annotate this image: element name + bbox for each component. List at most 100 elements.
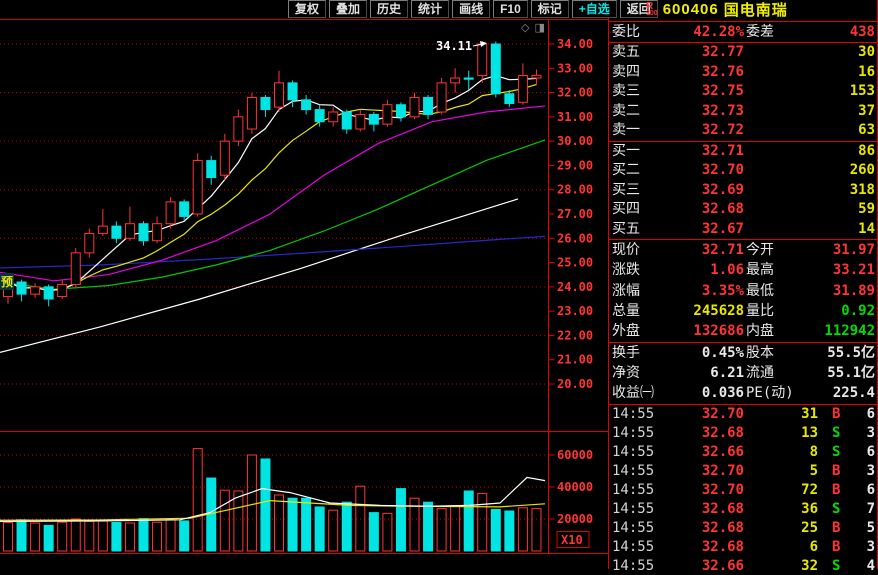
bid-quantity: 260 xyxy=(850,161,875,180)
ask-row[interactable]: 卖一32.7263 xyxy=(609,121,877,141)
volume-bar-up xyxy=(329,510,338,551)
tick-time: 14:55 xyxy=(612,443,654,462)
tick-side: B xyxy=(832,481,840,500)
tick-side: B xyxy=(832,538,840,557)
price-stats-section: 现价32.71今开31.97涨跌1.06最高33.21涨幅3.35%最低31.8… xyxy=(609,239,877,342)
stat-label: 外盘 xyxy=(612,321,640,341)
candle-up xyxy=(98,226,107,233)
price-axis-label: 32.00 xyxy=(557,86,593,100)
price-axis-label: 22.00 xyxy=(557,328,593,342)
tick-time: 14:55 xyxy=(612,424,654,443)
price-axis-label: 28.00 xyxy=(557,183,593,197)
f10-button[interactable]: F10 xyxy=(493,0,528,18)
ask-level-label: 卖二 xyxy=(612,102,640,122)
price-axis-label: 21.00 xyxy=(557,353,593,367)
tick-quantity: 36 xyxy=(801,500,818,519)
candle-down xyxy=(424,97,433,114)
volume-unit-label: X10 xyxy=(561,533,583,547)
tick-quantity: 25 xyxy=(801,519,818,538)
stat-value: 0.92 xyxy=(841,301,875,321)
stat-value: 3.35% xyxy=(702,281,744,301)
adjust-price-button[interactable]: 复权 xyxy=(288,0,326,18)
ask-levels-section: 卖五32.7730卖四32.7616卖三32.75153卖二32.7337卖一3… xyxy=(609,42,877,141)
ask-row[interactable]: 卖四32.7616 xyxy=(609,63,877,83)
kline-chart-svg[interactable]: 34.0033.0032.0031.0030.0029.0028.0027.00… xyxy=(0,0,608,569)
candle-up xyxy=(478,44,487,76)
candle-down xyxy=(464,78,473,79)
volume-bar-down xyxy=(17,520,26,551)
volume-bar-up xyxy=(532,509,541,551)
stock-header: R 300 600406 国电南瑞 xyxy=(646,0,788,19)
stat-value: 55.1亿 xyxy=(827,363,875,383)
tick-quantity: 6 xyxy=(810,538,818,557)
weicha-value: 438 xyxy=(850,22,875,42)
candle-up xyxy=(193,161,202,214)
ask-price: 32.77 xyxy=(702,43,744,63)
stat-value: 132686 xyxy=(693,321,744,341)
chart-corner-icons: ◇◨ xyxy=(521,21,550,34)
volume-bar-up xyxy=(4,523,13,551)
stat-value: 0.45% xyxy=(702,343,744,363)
ma-line-yellow xyxy=(8,84,536,290)
panel-toggle-icon[interactable]: ◨ xyxy=(534,22,544,34)
bid-row[interactable]: 买五32.6714 xyxy=(609,220,877,239)
chart-area[interactable]: 34.0033.0032.0031.0030.0029.0028.0027.00… xyxy=(0,0,608,569)
stat-value: 112942 xyxy=(824,321,875,341)
ask-price: 32.72 xyxy=(702,121,744,141)
candle-up xyxy=(220,141,229,175)
tick-side: S xyxy=(832,557,840,575)
candle-up xyxy=(275,83,284,107)
stat-value: 225.4 xyxy=(833,383,875,403)
add-watchlist-button[interactable]: +自选 xyxy=(572,0,617,18)
diamond-icon[interactable]: ◇ xyxy=(521,22,529,34)
volume-bar-down xyxy=(139,519,148,551)
ask-quantity: 63 xyxy=(858,121,875,141)
tick-quantity: 31 xyxy=(801,405,818,424)
bid-row[interactable]: 买四32.6859 xyxy=(609,200,877,219)
tick-price: 32.68 xyxy=(702,424,744,443)
fundamental-stats-section: 换手0.45%股本55.5亿净资6.21流通55.1亿收益㈠0.036PE(动)… xyxy=(609,342,877,404)
draw-line-button[interactable]: 画线 xyxy=(452,0,490,18)
tick-row[interactable]: 14:5532.6836S7 xyxy=(609,500,877,519)
time-sales-section: 14:5532.7031B614:5532.6813S314:5532.668S… xyxy=(609,404,877,575)
ma-line-white xyxy=(8,76,536,291)
candle-up xyxy=(58,284,67,296)
stat-label: 今开 xyxy=(746,240,774,260)
tick-row[interactable]: 14:5532.7031B6 xyxy=(609,405,877,424)
candle-up xyxy=(356,114,365,129)
candle-down xyxy=(505,94,514,104)
mark-button[interactable]: 标记 xyxy=(531,0,569,18)
price-axis-label: 26.00 xyxy=(557,231,593,245)
history-button[interactable]: 历史 xyxy=(370,0,408,18)
statistics-button[interactable]: 统计 xyxy=(411,0,449,18)
volume-bar-down xyxy=(396,489,405,551)
volume-bar-down xyxy=(424,502,433,551)
ask-row[interactable]: 卖二32.7337 xyxy=(609,102,877,122)
ask-row[interactable]: 卖五32.7730 xyxy=(609,43,877,63)
price-axis-label: 34.00 xyxy=(557,37,593,51)
bid-row[interactable]: 买一32.7186 xyxy=(609,142,877,161)
tick-row[interactable]: 14:5532.686B3 xyxy=(609,538,877,557)
tick-row[interactable]: 14:5532.6813S3 xyxy=(609,424,877,443)
bid-row[interactable]: 买二32.70260 xyxy=(609,161,877,180)
tick-row[interactable]: 14:5532.6632S4 xyxy=(609,557,877,575)
volume-bar-down xyxy=(491,509,500,551)
volume-bar-up xyxy=(220,490,229,551)
bid-row[interactable]: 买三32.69318 xyxy=(609,181,877,200)
volume-bar-down xyxy=(180,521,189,551)
tick-row[interactable]: 14:5532.668S6 xyxy=(609,443,877,462)
stat-value: 6.21 xyxy=(710,363,744,383)
candle-down xyxy=(396,105,405,117)
tick-row[interactable]: 14:5532.7072B6 xyxy=(609,481,877,500)
volume-bar-up xyxy=(451,506,460,551)
overlay-button[interactable]: 叠加 xyxy=(329,0,367,18)
ask-price: 32.73 xyxy=(702,102,744,122)
price-axis-label: 23.00 xyxy=(557,304,593,318)
volume-bar-up xyxy=(166,519,175,551)
ask-quantity: 153 xyxy=(850,82,875,102)
ask-row[interactable]: 卖三32.75153 xyxy=(609,82,877,102)
tick-row[interactable]: 14:5532.705B3 xyxy=(609,462,877,481)
stat-label: 现价 xyxy=(612,240,640,260)
weicha-label: 委差 xyxy=(746,22,774,42)
tick-row[interactable]: 14:5532.6825B5 xyxy=(609,519,877,538)
